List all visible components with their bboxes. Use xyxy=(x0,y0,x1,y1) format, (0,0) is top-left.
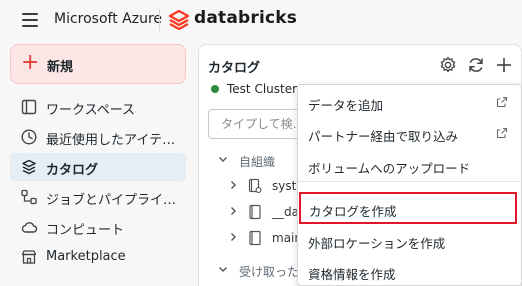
menu-item-label: 資格情報を作成 xyxy=(308,267,396,282)
store-icon xyxy=(21,250,37,264)
external-link-icon xyxy=(496,96,508,108)
new-button-label: 新規 xyxy=(47,60,74,75)
tree-section-my-org[interactable]: 自組織 xyxy=(199,147,299,173)
hamburger-icon[interactable] xyxy=(22,13,38,27)
catalog-icon xyxy=(249,230,261,246)
tree-section-label: 受け取った xyxy=(239,265,300,279)
sidebar-item-label: Marketplace xyxy=(46,249,126,264)
clock-icon xyxy=(21,129,37,145)
tree-section-label: 自組織 xyxy=(239,155,276,169)
sidebar-item-catalog[interactable]: カタログ xyxy=(10,153,186,181)
catalog-icon xyxy=(22,159,36,175)
sidebar-item-label: ジョブとパイプライ… xyxy=(46,193,177,208)
menu-divider xyxy=(298,181,521,182)
menu-item-partner-ingest[interactable]: パートナー経由で取り込み xyxy=(298,120,521,148)
chevron-right-icon xyxy=(231,233,236,241)
plus-icon: + xyxy=(21,50,40,75)
sidebar-item-label: ワークスペース xyxy=(46,103,136,118)
menu-item-label: ボリュームへのアップロード xyxy=(308,161,471,176)
chevron-down-icon xyxy=(219,267,227,272)
menu-item-label: データを追加 xyxy=(308,98,384,113)
tree-item-main[interactable]: main xyxy=(199,225,302,251)
external-link-icon xyxy=(496,127,508,139)
sidebar-item-jobs-pipelines[interactable]: ジョブとパイプライ… xyxy=(10,183,186,211)
tree-section-received[interactable]: 受け取った xyxy=(199,257,299,283)
menu-item-create-catalog[interactable]: カタログを作成 xyxy=(299,192,517,224)
menu-item-label: パートナー経由で取り込み xyxy=(308,129,459,144)
sidebar-item-marketplace[interactable]: Marketplace xyxy=(10,243,186,271)
tree-item-data[interactable]: __da xyxy=(199,199,299,225)
workspace-icon xyxy=(21,99,37,115)
catalog-icon xyxy=(249,204,261,220)
catalog-settings-icon xyxy=(248,178,262,193)
panel-title: カタログ xyxy=(208,61,261,76)
sidebar-item-compute[interactable]: コンピュート xyxy=(10,213,186,241)
tree-item-system[interactable]: syste xyxy=(199,173,304,199)
menu-item-create-external-location[interactable]: 外部ロケーションを作成 xyxy=(298,227,521,255)
tree-item-label: __da xyxy=(272,205,299,219)
cluster-name[interactable]: Test Cluster xyxy=(227,82,297,96)
menu-item-label: カタログを作成 xyxy=(309,204,397,219)
new-button[interactable]: + 新規 xyxy=(10,44,186,84)
databricks-logo-icon[interactable] xyxy=(168,9,190,31)
chevron-right-icon xyxy=(231,181,236,189)
gear-icon[interactable] xyxy=(438,55,458,75)
sidebar-item-label: カタログ xyxy=(46,163,99,178)
refresh-icon[interactable] xyxy=(466,55,486,75)
cloud-icon xyxy=(21,222,38,233)
add-icon[interactable] xyxy=(494,55,514,75)
sidebar-item-recents[interactable]: 最近使用したアイテ… xyxy=(10,123,186,151)
create-dropdown-menu: データを追加 パートナー経由で取り込み ボリュームへのアップロード カタログを作… xyxy=(297,84,522,286)
databricks-wordmark[interactable]: databricks xyxy=(194,8,297,28)
microsoft-azure-label: Microsoft Azure xyxy=(54,11,163,27)
chevron-right-icon xyxy=(231,207,236,215)
cluster-status-dot xyxy=(211,85,219,93)
menu-item-create-credential[interactable]: 資格情報を作成 xyxy=(298,258,521,286)
workflow-icon xyxy=(21,189,37,205)
menu-item-label: 外部ロケーションを作成 xyxy=(308,236,446,251)
chevron-down-icon xyxy=(219,157,227,162)
sidebar-item-workspace[interactable]: ワークスペース xyxy=(10,93,186,121)
menu-item-upload-to-volume[interactable]: ボリュームへのアップロード xyxy=(298,152,521,180)
sidebar-item-label: 最近使用したアイテ… xyxy=(46,133,176,148)
header-divider xyxy=(159,9,160,31)
menu-item-add-data[interactable]: データを追加 xyxy=(298,89,521,117)
top-bar: Microsoft Azure databricks xyxy=(0,0,522,40)
sidebar-item-label: コンピュート xyxy=(46,223,125,238)
